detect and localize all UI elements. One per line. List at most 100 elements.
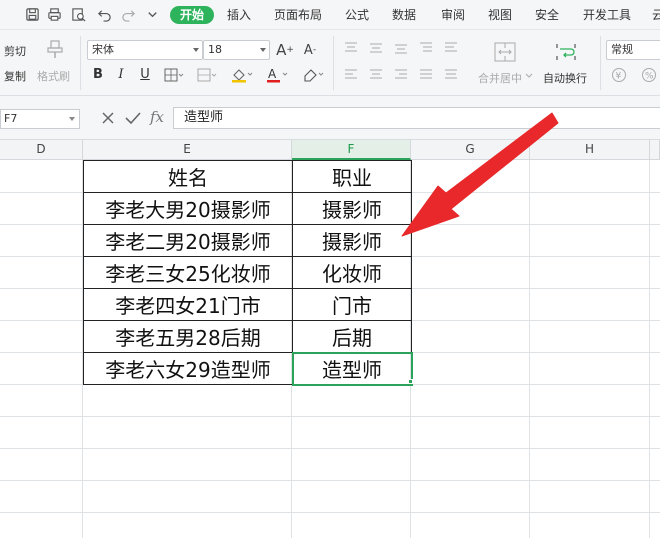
chevron-down-icon[interactable] — [525, 72, 533, 80]
merge-center-button[interactable]: 合并居中 — [478, 70, 522, 86]
tab-formulas[interactable]: 公式 — [345, 6, 369, 24]
chevron-down-icon — [193, 48, 199, 52]
font-name-value: 宋体 — [92, 43, 114, 56]
table-cell[interactable]: 李老三女25化妆师 — [83, 256, 293, 289]
fill-color-icon[interactable] — [230, 66, 254, 84]
tab-review[interactable]: 审阅 — [441, 6, 465, 24]
ribbon-divider — [80, 36, 81, 90]
column-header-f[interactable]: F — [292, 140, 411, 160]
merge-center-icon[interactable] — [492, 39, 518, 65]
font-name-select[interactable]: 宋体 — [87, 40, 203, 60]
font-size-select[interactable]: 18 — [203, 40, 270, 60]
align-top-icon[interactable] — [343, 41, 359, 55]
tab-data[interactable]: 数据 — [392, 6, 416, 24]
bold-icon[interactable]: B — [90, 67, 106, 83]
increase-font-size-icon[interactable]: A + — [275, 40, 295, 60]
tab-view[interactable]: 视图 — [488, 6, 512, 24]
wrap-text-button[interactable]: 自动换行 — [543, 70, 587, 86]
copy-button[interactable]: 复制 — [4, 68, 26, 84]
table-row: 李老六女29造型师 造型师 — [83, 351, 413, 386]
align-bottom-icon[interactable] — [393, 41, 409, 55]
tab-insert[interactable]: 插入 — [227, 6, 251, 24]
ribbon-divider — [600, 36, 601, 90]
table-cell[interactable]: 李老二男20摄影师 — [83, 224, 293, 257]
table-row: 李老二男20摄影师 摄影师 — [83, 224, 412, 257]
selected-cell[interactable]: 造型师 — [291, 351, 413, 386]
table-row: 李老四女21门市 门市 — [83, 288, 412, 321]
tab-security[interactable]: 安全 — [535, 6, 559, 24]
wrap-text-icon[interactable] — [553, 39, 579, 65]
cut-button[interactable]: 剪切 — [4, 43, 26, 59]
ribbon: 剪切 复制 格式刷 宋体 18 A + A- B I U A 合并居中 自动换行… — [0, 30, 660, 96]
gridline — [0, 448, 660, 449]
tab-page-layout[interactable]: 页面布局 — [274, 6, 322, 24]
justify-icon[interactable] — [418, 68, 434, 82]
clear-format-icon[interactable] — [300, 66, 326, 84]
column-header-d[interactable]: D — [0, 140, 83, 160]
align-right-icon[interactable] — [393, 68, 409, 82]
formula-bar: F7 fx 造型师 — [0, 96, 660, 140]
indent-icon[interactable] — [443, 41, 459, 55]
print-preview-icon[interactable] — [70, 6, 86, 22]
confirm-icon[interactable] — [124, 110, 142, 126]
table-cell[interactable]: 后期 — [292, 320, 412, 353]
table-row: 李老三女25化妆师 化妆师 — [83, 256, 412, 289]
gridline — [0, 416, 660, 417]
align-middle-icon[interactable] — [368, 41, 384, 55]
format-painter-button[interactable]: 格式刷 — [37, 68, 70, 84]
table-row: 李老大男20摄影师 摄影师 — [83, 192, 412, 225]
table-cell[interactable]: 李老四女21门市 — [83, 288, 293, 321]
svg-text:¥: ¥ — [616, 72, 622, 82]
number-format-select[interactable]: 常规 — [606, 40, 660, 60]
chevron-down-icon[interactable] — [144, 6, 160, 22]
cancel-icon[interactable] — [100, 110, 116, 126]
font-size-value: 18 — [208, 43, 222, 56]
save-icon[interactable] — [24, 6, 40, 22]
table-cell[interactable]: 门市 — [292, 288, 412, 321]
border-icon[interactable] — [163, 67, 185, 83]
align-left-icon[interactable] — [343, 68, 359, 82]
table-cell[interactable]: 李老大男20摄影师 — [83, 192, 293, 225]
undo-icon[interactable] — [96, 6, 112, 22]
redo-icon[interactable] — [120, 6, 136, 22]
number-format-value: 常规 — [611, 43, 633, 56]
distributed-icon[interactable] — [443, 68, 459, 82]
tab-developer[interactable]: 开发工具 — [583, 6, 631, 24]
column-header-e[interactable]: E — [83, 140, 292, 160]
print-icon[interactable] — [46, 6, 62, 22]
format-painter-icon — [44, 38, 66, 60]
chevron-down-icon — [260, 48, 266, 52]
svg-text:%: % — [645, 72, 654, 82]
table-cell[interactable]: 李老五男28后期 — [83, 320, 293, 353]
column-header-i[interactable] — [650, 140, 660, 160]
table-row: 姓名 职业 — [83, 160, 412, 193]
name-box[interactable]: F7 — [0, 109, 80, 129]
currency-icon[interactable]: ¥ — [610, 67, 632, 83]
gridline — [0, 480, 660, 481]
orientation-icon[interactable] — [418, 41, 434, 55]
merge-border-icon[interactable] — [196, 67, 218, 83]
decrease-font-size-icon[interactable]: A- — [300, 40, 320, 60]
table-cell[interactable]: 化妆师 — [292, 256, 412, 289]
table-cell[interactable]: 摄影师 — [292, 224, 412, 257]
table-cell[interactable]: 李老六女29造型师 — [83, 352, 293, 385]
formula-input[interactable]: 造型师 — [173, 107, 660, 129]
tab-cloud[interactable]: 云 — [652, 6, 660, 24]
header-cell-name[interactable]: 姓名 — [83, 160, 293, 193]
font-color-icon[interactable]: A — [265, 66, 289, 84]
column-header-h[interactable]: H — [530, 140, 650, 160]
percent-icon[interactable]: % — [640, 67, 660, 83]
svg-text:A: A — [268, 67, 277, 81]
align-center-icon[interactable] — [368, 68, 384, 82]
gridline — [529, 160, 530, 538]
menu-bar: 开始 插入 页面布局 公式 数据 审阅 视图 安全 开发工具 云 — [0, 0, 660, 30]
column-header-g[interactable]: G — [411, 140, 530, 160]
tab-home[interactable]: 开始 — [170, 6, 215, 24]
cell-reference: F7 — [4, 112, 18, 125]
header-cell-occupation[interactable]: 职业 — [292, 160, 412, 193]
underline-icon[interactable]: U — [137, 67, 153, 83]
table-cell[interactable]: 摄影师 — [292, 192, 412, 225]
italic-icon[interactable]: I — [113, 67, 129, 83]
fill-handle[interactable] — [408, 379, 413, 384]
function-icon[interactable]: fx — [150, 108, 164, 126]
